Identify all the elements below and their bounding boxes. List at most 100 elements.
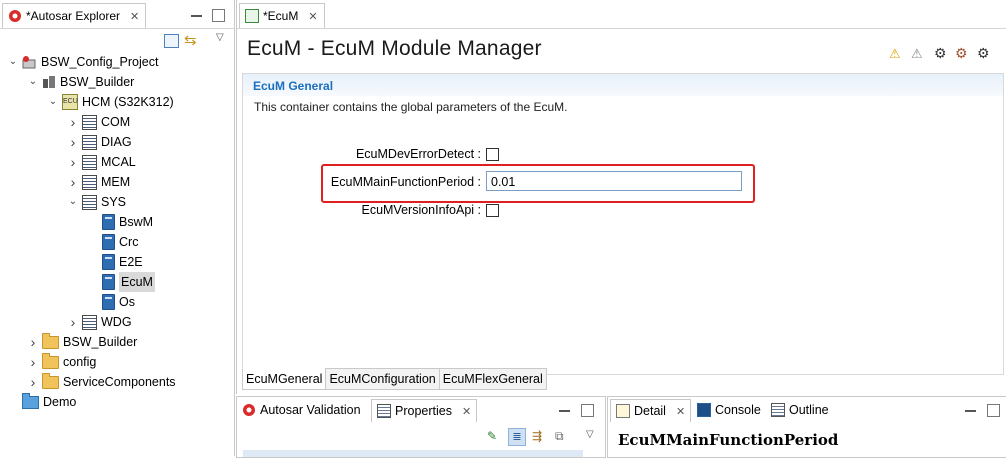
tree-item[interactable]: EcuM (88, 272, 155, 292)
tab-label: Detail (634, 404, 666, 418)
gear-settings-icon[interactable]: ⚙ (977, 45, 990, 62)
project-icon (22, 55, 37, 69)
list-icon (82, 314, 97, 330)
tab-autosar-validation[interactable]: Autosar Validation (237, 399, 366, 421)
main-function-period-label: EcuMMainFunctionPeriod : (330, 175, 481, 189)
restore-default-icon[interactable]: ⧉ (555, 429, 564, 444)
tree-item[interactable]: ⌄ ECU HCM (S32K312) (48, 92, 174, 112)
tab-ecum-configuration[interactable]: EcuMConfiguration (325, 368, 440, 390)
tree-item[interactable]: › WDG (68, 312, 132, 332)
detail-panel: Detail ✕ Console Outline EcuMMainFunctio… (607, 396, 1006, 458)
close-icon[interactable]: ✕ (462, 405, 471, 418)
tree-item-label: MCAL (101, 155, 136, 169)
tab-label: *EcuM (263, 9, 299, 23)
maximize-icon[interactable] (581, 404, 594, 417)
tab-label: Console (715, 403, 761, 417)
chevron-right-icon[interactable]: › (68, 152, 78, 172)
categories-icon[interactable]: ≣ (508, 428, 526, 446)
folder-icon (42, 332, 59, 349)
tree-item[interactable]: › MEM (68, 172, 131, 192)
tab-ecum-general[interactable]: EcuMGeneral (242, 368, 327, 390)
chevron-right-icon[interactable]: › (28, 372, 38, 392)
version-info-api-label: EcuMVersionInfoApi : (361, 203, 481, 217)
tree-item-label: BSW_Builder (60, 75, 135, 89)
close-icon[interactable]: ✕ (308, 10, 317, 23)
collapse-all-icon[interactable] (164, 34, 179, 48)
tab-label: Autosar Validation (260, 403, 361, 417)
tree-item[interactable]: Demo (8, 392, 76, 412)
tree-item[interactable]: › DIAG (68, 132, 132, 152)
tree-item-label: Crc (119, 235, 139, 249)
tab-console[interactable]: Console (692, 399, 766, 421)
dev-error-detect-label: EcuMDevErrorDetect : (355, 147, 481, 161)
outline-icon (771, 403, 785, 417)
ecum-editor: *EcuM ✕ EcuM - EcuM Module Manager ⚠ ⚠ ⚙… (236, 0, 1006, 394)
gear-multi-icon[interactable]: ⚙ (955, 45, 968, 62)
main-function-period-input[interactable]: 0.01 (486, 171, 742, 191)
view-menu-icon[interactable]: ▽ (216, 32, 224, 43)
tree-item[interactable]: › COM (68, 112, 131, 132)
maximize-icon[interactable] (987, 404, 1000, 417)
tab-ecum-flex-general[interactable]: EcuMFlexGeneral (438, 368, 547, 390)
tab-autosar-explorer[interactable]: *Autosar Explorer ✕ (2, 3, 147, 28)
detail-icon (616, 404, 630, 418)
properties-icon (377, 404, 391, 418)
tab-detail[interactable]: Detail ✕ (610, 399, 692, 422)
module-icon (102, 294, 115, 310)
section-title: EcuM General (253, 79, 334, 93)
gear-icon[interactable]: ⚙ (934, 45, 947, 62)
autosar-explorer-view: *Autosar Explorer ✕ ⇆ ▽ ⌄ BSW_Config_Proj… (0, 0, 235, 456)
tab-ecum[interactable]: *EcuM ✕ (239, 3, 325, 28)
link-with-editor-icon[interactable]: ⇆ (184, 31, 197, 49)
pin-icon[interactable]: ✎ (487, 429, 497, 443)
tree-item[interactable]: ⌄ SYS (68, 192, 126, 212)
view-menu-icon[interactable]: ▽ (586, 429, 594, 440)
tree-item[interactable]: E2E (88, 252, 143, 272)
tree-item[interactable]: › ServiceComponents (28, 372, 176, 392)
warning-gray-icon[interactable]: ⚠ (911, 46, 923, 62)
tab-outline[interactable]: Outline (766, 399, 834, 421)
warning-icon[interactable]: ⚠ (889, 46, 901, 62)
chevron-down-icon[interactable]: ⌄ (68, 192, 78, 212)
tree-item[interactable]: Crc (88, 232, 138, 252)
ecum-general-section: EcuM General This container contains the… (242, 73, 1004, 375)
chevron-down-icon[interactable]: ⌄ (48, 92, 58, 112)
version-info-api-checkbox[interactable] (486, 204, 499, 217)
chevron-down-icon[interactable]: ⌄ (8, 52, 18, 72)
advanced-icon[interactable]: ⇶ (532, 429, 542, 443)
close-icon[interactable]: ✕ (130, 10, 139, 23)
section-description: This container contains the global param… (254, 100, 568, 114)
tree-item-label: config (63, 355, 97, 369)
chevron-down-icon[interactable]: ⌄ (28, 72, 38, 92)
chevron-right-icon[interactable]: › (68, 312, 78, 332)
tree-item-label: MEM (101, 175, 131, 189)
page-title: EcuM - EcuM Module Manager (247, 37, 542, 60)
chevron-right-icon[interactable]: › (68, 172, 78, 192)
chevron-right-icon[interactable]: › (68, 132, 78, 152)
chevron-right-icon[interactable]: › (28, 332, 38, 352)
module-icon (102, 254, 115, 270)
tree-item[interactable]: ⌄ BSW_Config_Project (8, 52, 159, 72)
chevron-right-icon[interactable]: › (68, 112, 78, 132)
tree-item[interactable]: ⌄ BSW_Builder (28, 72, 135, 92)
minimize-icon[interactable] (559, 410, 570, 412)
tree-item[interactable]: BswM (88, 212, 153, 232)
folder-icon (42, 352, 59, 369)
list-icon (82, 114, 97, 130)
module-icon (102, 214, 115, 230)
tree-item-label: BswM (119, 215, 154, 229)
minimize-icon[interactable] (965, 410, 976, 412)
tree-item[interactable]: Os (88, 292, 135, 312)
editor-icon (245, 9, 259, 23)
tree-item[interactable]: › config (28, 352, 96, 372)
tree-item-label: ServiceComponents (63, 375, 176, 389)
close-icon[interactable]: ✕ (676, 405, 685, 418)
tree-item[interactable]: › MCAL (68, 152, 136, 172)
minimize-icon[interactable] (191, 15, 202, 17)
dev-error-detect-checkbox[interactable] (486, 148, 499, 161)
tab-properties[interactable]: Properties ✕ (371, 399, 478, 422)
tree-item[interactable]: › BSW_Builder (28, 332, 137, 352)
maximize-icon[interactable] (212, 9, 225, 22)
chevron-right-icon[interactable]: › (28, 352, 38, 372)
console-icon (697, 403, 711, 417)
